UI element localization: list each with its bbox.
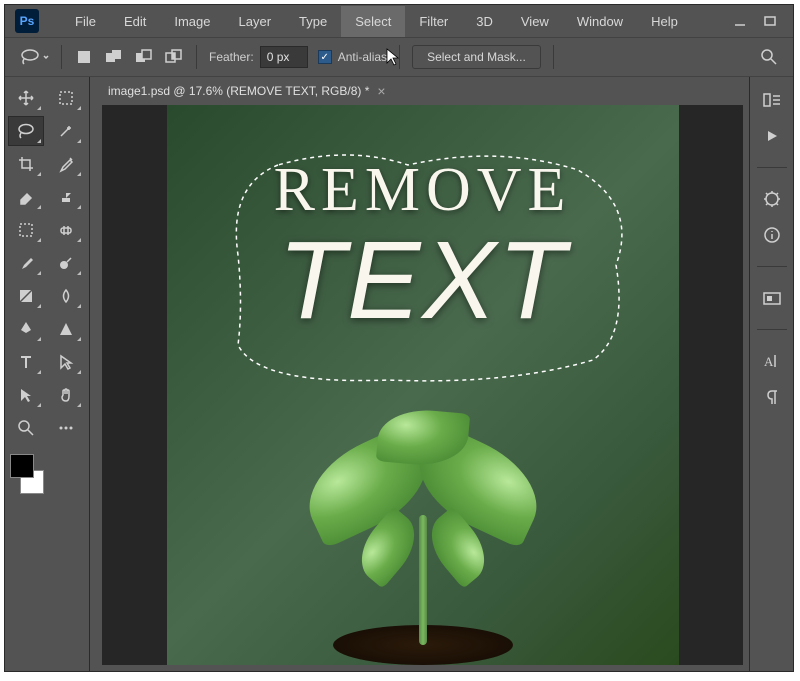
hand-tool[interactable] <box>48 380 84 410</box>
document-tab-label: image1.psd @ 17.6% (REMOVE TEXT, RGB/8) … <box>108 84 369 98</box>
move-tool[interactable] <box>8 83 44 113</box>
canvas-text-layer: REMOVE TEXT <box>167 155 679 336</box>
feather-input[interactable] <box>260 46 308 68</box>
crop-tool[interactable] <box>8 149 44 179</box>
canvas[interactable]: REMOVE TEXT <box>167 105 679 665</box>
menu-window[interactable]: Window <box>563 6 637 37</box>
canvas-viewport[interactable]: REMOVE TEXT <box>102 105 743 665</box>
menu-help[interactable]: Help <box>637 6 692 37</box>
menu-layer[interactable]: Layer <box>225 6 286 37</box>
color-swatches[interactable] <box>8 454 46 494</box>
tab-strip: image1.psd @ 17.6% (REMOVE TEXT, RGB/8) … <box>96 77 749 105</box>
svg-text:A: A <box>764 354 774 369</box>
search-icon[interactable] <box>759 47 779 67</box>
adjustments-panel-icon[interactable] <box>761 188 783 210</box>
menu-filter[interactable]: Filter <box>405 6 462 37</box>
menu-image[interactable]: Image <box>160 6 224 37</box>
window-controls <box>731 14 783 28</box>
history-panel-icon[interactable] <box>761 89 783 111</box>
pen-tool[interactable] <box>8 314 44 344</box>
menu-file[interactable]: File <box>61 6 110 37</box>
menu-edit[interactable]: Edit <box>110 6 160 37</box>
divider <box>553 45 554 69</box>
photoshop-window: Ps File Edit Image Layer Type Select Fil… <box>4 4 794 672</box>
gradient-tool[interactable] <box>8 281 44 311</box>
magic-wand-tool[interactable] <box>48 116 84 146</box>
document-tab[interactable]: image1.psd @ 17.6% (REMOVE TEXT, RGB/8) … <box>108 83 386 99</box>
divider <box>399 45 400 69</box>
blur-tool[interactable] <box>48 281 84 311</box>
selection-intersect-icon[interactable] <box>164 47 184 67</box>
frame-tool[interactable] <box>8 215 44 245</box>
menu-bar: Ps File Edit Image Layer Type Select Fil… <box>5 5 793 37</box>
libraries-panel-icon[interactable] <box>761 287 783 309</box>
right-panel-strip: A <box>749 77 793 671</box>
antialias-checkbox[interactable]: ✓ <box>318 50 332 64</box>
selection-add-icon[interactable] <box>104 47 124 67</box>
canvas-text-line-2: TEXT <box>167 226 679 336</box>
clone-stamp-tool[interactable] <box>48 182 84 212</box>
options-bar: Feather: ✓ Anti-alias Select and Mask... <box>5 37 793 77</box>
info-panel-icon[interactable] <box>761 224 783 246</box>
canvas-text-line-1: REMOVE <box>167 155 679 226</box>
app-logo: Ps <box>15 9 39 33</box>
selection-new-icon[interactable] <box>74 47 94 67</box>
zoom-tool[interactable] <box>8 413 44 443</box>
play-panel-icon[interactable] <box>761 125 783 147</box>
direct-select-tool[interactable] <box>48 347 84 377</box>
document-area: image1.psd @ 17.6% (REMOVE TEXT, RGB/8) … <box>96 77 749 671</box>
brush-tool[interactable] <box>8 248 44 278</box>
lasso-tool[interactable] <box>8 116 44 146</box>
marquee-tool[interactable] <box>48 83 84 113</box>
active-tool-lasso-icon[interactable] <box>19 42 49 72</box>
antialias-control[interactable]: ✓ Anti-alias <box>318 50 387 64</box>
paragraph-panel-icon[interactable] <box>761 386 783 408</box>
minimize-button[interactable] <box>731 14 749 28</box>
plant-graphic <box>253 395 593 665</box>
menu-select[interactable]: Select <box>341 6 405 37</box>
tab-close-icon[interactable]: × <box>377 83 385 99</box>
menu-3d[interactable]: 3D <box>462 6 507 37</box>
menu-type[interactable]: Type <box>285 6 341 37</box>
divider <box>61 45 62 69</box>
selection-subtract-icon[interactable] <box>134 47 154 67</box>
foreground-color-swatch[interactable] <box>10 454 34 478</box>
eraser-tool[interactable] <box>8 182 44 212</box>
eyedropper-tool[interactable] <box>48 149 84 179</box>
healing-tool[interactable] <box>48 215 84 245</box>
antialias-label: Anti-alias <box>338 50 387 64</box>
feather-control: Feather: <box>209 46 308 68</box>
restore-button[interactable] <box>761 14 779 28</box>
character-panel-icon[interactable]: A <box>761 350 783 372</box>
tools-panel <box>5 77 90 671</box>
menu-view[interactable]: View <box>507 6 563 37</box>
path-select-tool[interactable] <box>8 380 44 410</box>
edit-toolbar-icon[interactable] <box>48 413 84 443</box>
shape-tool[interactable] <box>48 314 84 344</box>
divider <box>196 45 197 69</box>
select-and-mask-button[interactable]: Select and Mask... <box>412 45 541 69</box>
type-tool[interactable] <box>8 347 44 377</box>
workspace: image1.psd @ 17.6% (REMOVE TEXT, RGB/8) … <box>5 77 793 671</box>
dodge-tool[interactable] <box>48 248 84 278</box>
feather-label: Feather: <box>209 50 254 64</box>
app-logo-text: Ps <box>20 14 35 28</box>
